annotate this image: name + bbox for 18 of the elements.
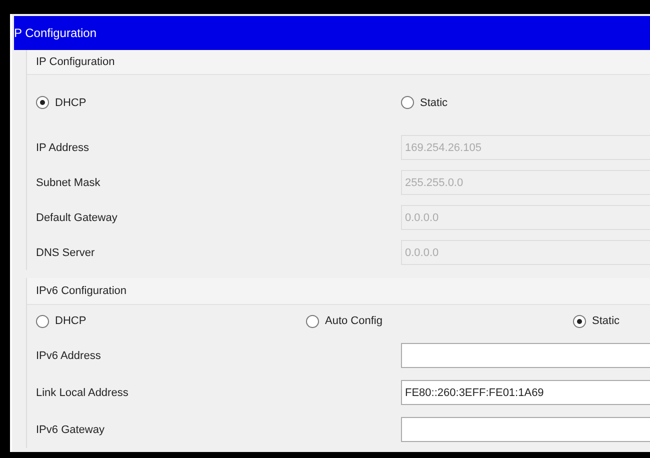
field-label: Link Local Address	[36, 386, 128, 398]
radio-option[interactable]: Static	[573, 314, 620, 328]
field-label: IPv6 Gateway	[36, 424, 104, 436]
input-field[interactable]	[401, 343, 650, 368]
radio-option[interactable]: DHCP	[36, 314, 86, 328]
radio-option[interactable]: Auto Config	[306, 314, 382, 328]
input-field[interactable]: FE80::260:3EFF:FE01:1A69	[401, 380, 650, 405]
field-label: Default Gateway	[36, 212, 118, 224]
section-title: IP Configuration	[36, 56, 115, 68]
field-label: IPv6 Address	[36, 350, 101, 362]
field-label: DNS Server	[36, 246, 95, 258]
field-label: Subnet Mask	[36, 176, 100, 188]
window-title: P Configuration	[14, 26, 96, 40]
input-field[interactable]	[401, 417, 650, 442]
radio-option[interactable]: Static	[401, 96, 448, 109]
section-title: IPv6 Configuration	[36, 285, 126, 297]
radio-option[interactable]: DHCP	[36, 96, 86, 109]
field-label: IP Address	[36, 142, 89, 154]
